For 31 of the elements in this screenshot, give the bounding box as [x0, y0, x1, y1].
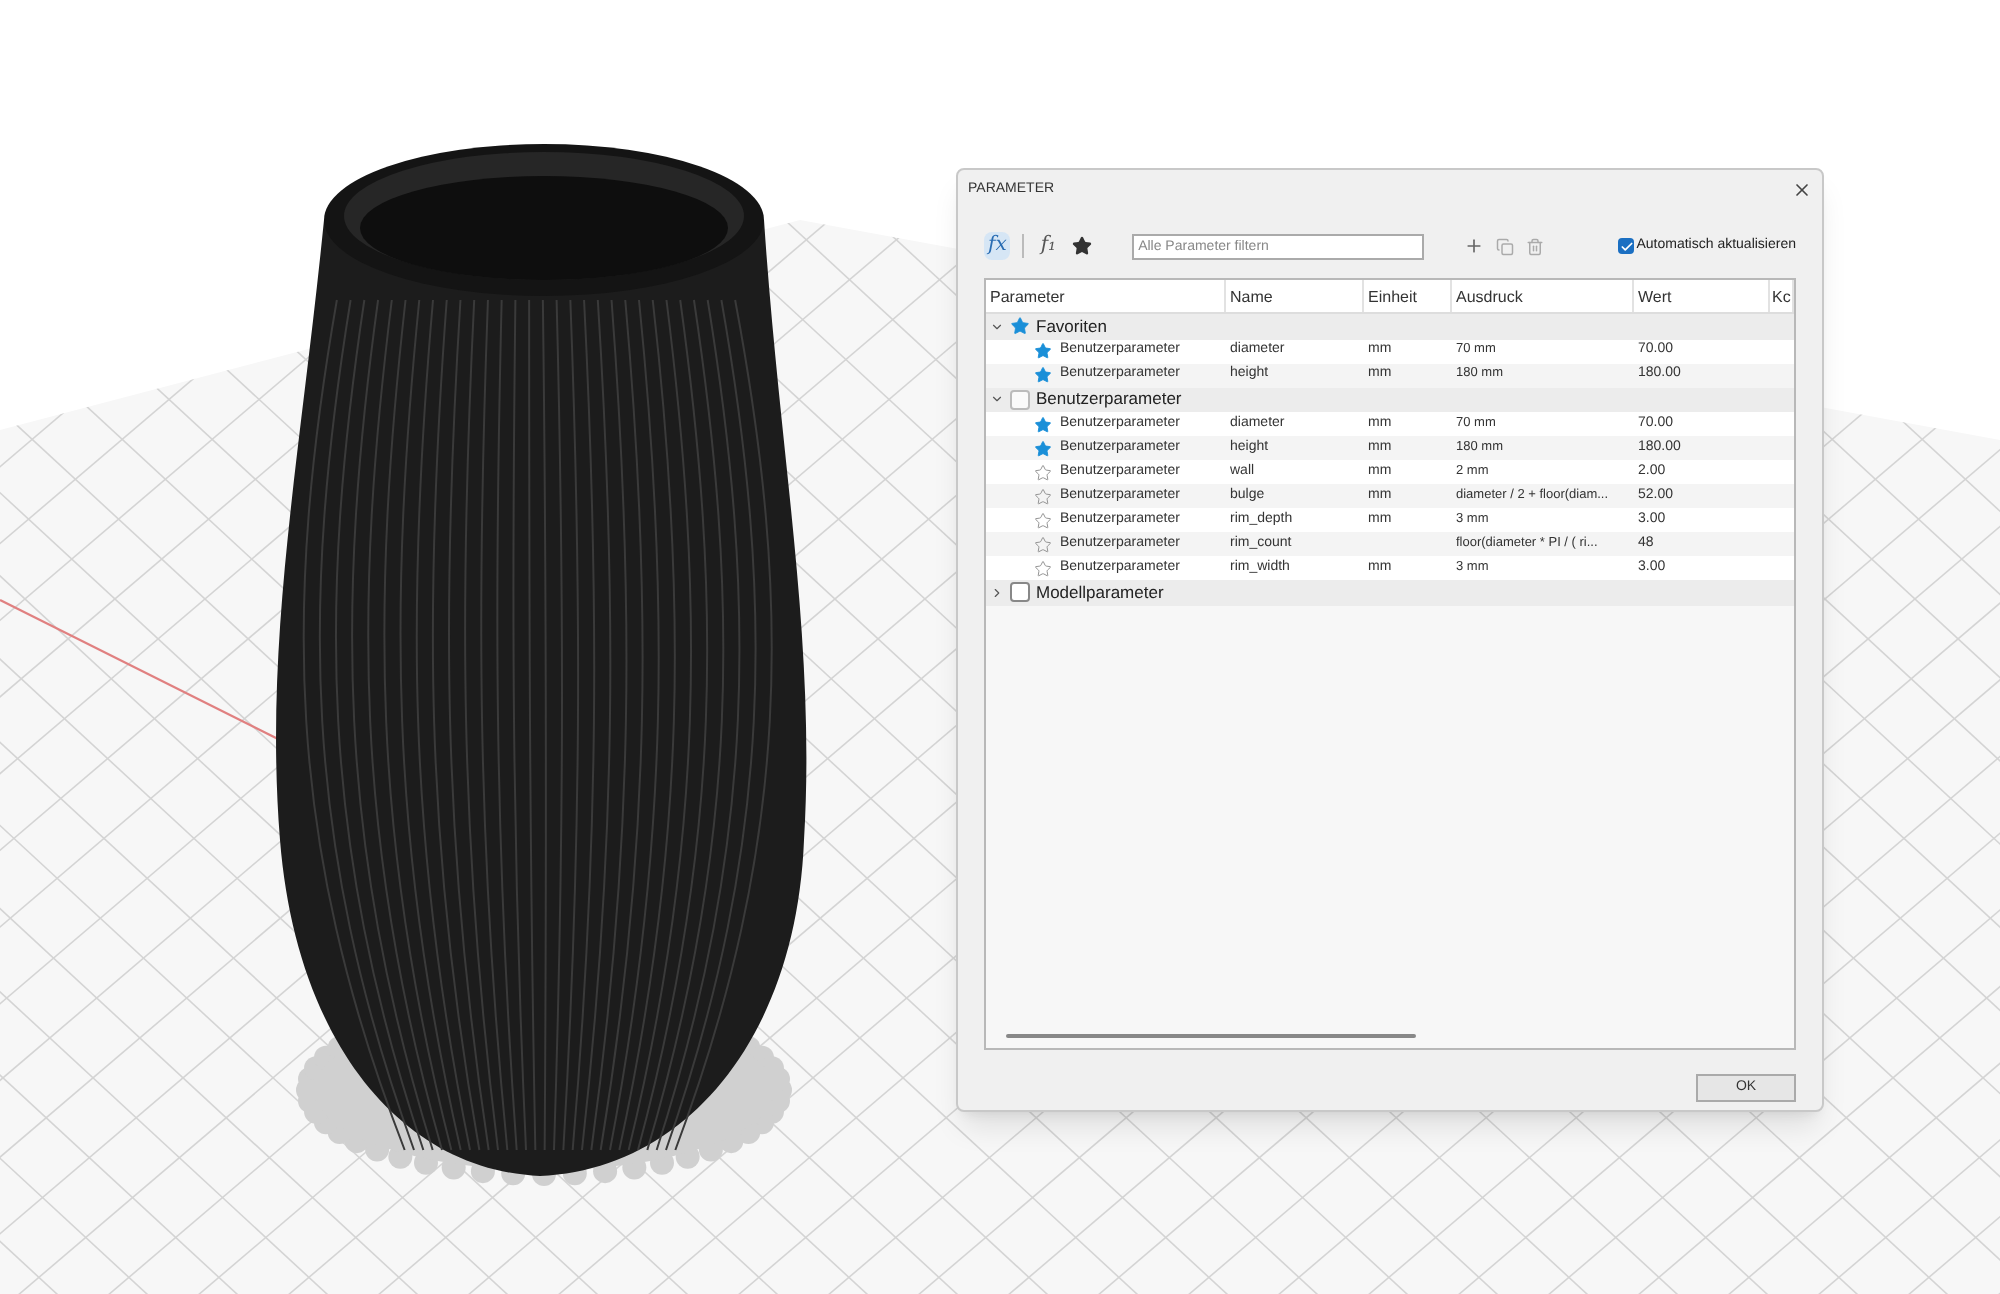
auto-update-checkbox[interactable]	[1618, 238, 1635, 254]
favorite-star-icon[interactable]	[1034, 342, 1052, 360]
chevron-down-icon[interactable]	[990, 319, 1004, 334]
copy-button[interactable]	[1496, 237, 1515, 255]
favorite-star-icon[interactable]	[1034, 487, 1052, 505]
favorite-star-icon[interactable]	[1034, 439, 1052, 457]
delete-button[interactable]	[1526, 237, 1545, 255]
formula-tool-button[interactable]: fx	[984, 232, 1011, 260]
formula-tool-button[interactable]: f₁	[1036, 232, 1061, 260]
favorite-star-icon[interactable]	[1034, 366, 1052, 384]
favorite-star-icon[interactable]	[1034, 535, 1052, 553]
column-header[interactable]: Parameter	[986, 280, 1226, 312]
group-row[interactable]: Benutzerparameter	[986, 387, 1794, 412]
group-row[interactable]: Modellparameter	[986, 580, 1794, 605]
chevron-down-icon[interactable]	[990, 392, 1004, 407]
favorite-star-icon[interactable]	[1034, 559, 1052, 577]
column-header[interactable]: Kc	[1770, 280, 1794, 312]
add-button[interactable]	[1464, 236, 1485, 256]
favorite-star-icon[interactable]	[1034, 415, 1052, 433]
favorite-star-icon[interactable]	[1034, 463, 1052, 481]
column-header[interactable]: Wert	[1634, 280, 1770, 312]
group-row[interactable]: Favoriten	[986, 314, 1794, 339]
close-button[interactable]	[1792, 180, 1812, 200]
column-header[interactable]: Name	[1226, 280, 1364, 312]
column-header[interactable]: Einheit	[1364, 280, 1452, 312]
horizontal-scrollbar[interactable]	[1006, 1034, 1416, 1038]
favorite-star-icon[interactable]	[1034, 511, 1052, 529]
column-header[interactable]: Ausdruck	[1452, 280, 1634, 312]
chevron-right-icon[interactable]	[990, 585, 1004, 600]
star-icon	[1010, 316, 1030, 337]
favorite-star-button[interactable]	[1072, 236, 1093, 256]
